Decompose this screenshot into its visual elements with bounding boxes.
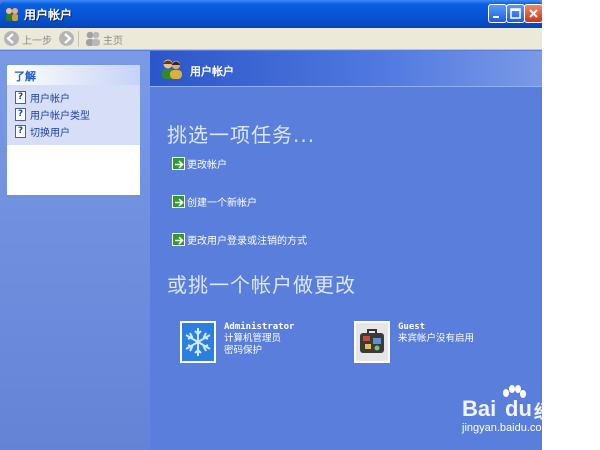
task-heading: 挑选一项任务... xyxy=(167,123,316,147)
account-administrator[interactable]: Administrator 计算机管理员 密码保护 xyxy=(180,321,294,363)
account-status: 来宾帐户没有启用 xyxy=(398,333,475,344)
title-bar[interactable]: 用户帐户 xyxy=(0,0,542,28)
sidebar: 了解 ? 用户帐户 ? 用户帐户类型 ? 切换用户 xyxy=(0,51,150,450)
help-topic-icon: ? xyxy=(15,108,26,121)
back-arrow-icon[interactable] xyxy=(3,30,20,51)
task-label: 创建一个新帐户 xyxy=(187,198,257,209)
sidebar-item-switch-users[interactable]: ? 切换用户 xyxy=(7,123,140,140)
navigation-toolbar: 上一步 主页 xyxy=(0,28,542,50)
green-arrow-icon xyxy=(172,195,185,208)
window-title: 用户帐户 xyxy=(24,8,73,22)
green-arrow-icon xyxy=(172,157,185,170)
user-accounts-window: 用户帐户 上一步 主页 了解 ? 用户帐户 ? 用户帐户类型 ? 切换用户 用户… xyxy=(0,0,542,450)
account-name: Administrator xyxy=(224,322,295,332)
home-users-icon[interactable] xyxy=(84,30,102,51)
snowflake-icon xyxy=(180,321,216,363)
user-accounts-app-icon xyxy=(4,6,20,22)
content-header-title: 用户帐户 xyxy=(190,65,234,78)
watermark-brand: Bai xyxy=(462,396,497,421)
account-name: Guest xyxy=(398,322,426,332)
account-info: Guest 来宾帐户没有启用 xyxy=(398,321,474,363)
page-margin xyxy=(542,0,600,450)
pick-account-heading: 或挑一个帐户做更改 xyxy=(167,273,356,297)
task-change-account[interactable]: 更改帐户 xyxy=(172,156,227,171)
task-label: 更改帐户 xyxy=(187,160,227,171)
watermark-cn: 经验 xyxy=(534,402,570,422)
learn-panel-title: 了解 xyxy=(7,65,140,85)
account-info: Administrator 计算机管理员 密码保护 xyxy=(224,321,294,363)
main-content: 用户帐户 挑选一项任务... 更改帐户 创建一个新帐户 更改用户登录或注销的方式… xyxy=(150,51,542,450)
minimize-button[interactable] xyxy=(488,4,507,23)
suitcase-icon xyxy=(354,321,390,363)
forward-arrow-icon[interactable] xyxy=(58,30,75,51)
back-button-label[interactable]: 上一步 xyxy=(22,32,52,47)
help-topic-icon: ? xyxy=(15,125,26,138)
learn-panel: 了解 ? 用户帐户 ? 用户帐户类型 ? 切换用户 xyxy=(7,65,140,195)
sidebar-item-user-accounts[interactable]: ? 用户帐户 xyxy=(7,89,140,106)
green-arrow-icon xyxy=(172,233,185,246)
sidebar-item-label: 用户帐户类型 xyxy=(30,111,90,122)
toolbar-separator xyxy=(78,31,79,47)
task-create-account[interactable]: 创建一个新帐户 xyxy=(172,194,257,209)
user-accounts-icon xyxy=(160,58,184,84)
sidebar-item-account-types[interactable]: ? 用户帐户类型 xyxy=(7,106,140,123)
sidebar-item-label: 用户帐户 xyxy=(30,94,70,105)
help-topic-icon: ? xyxy=(15,91,26,104)
account-type: 计算机管理员 xyxy=(224,333,282,344)
learn-panel-list: ? 用户帐户 ? 用户帐户类型 ? 切换用户 xyxy=(7,85,140,145)
sidebar-item-label: 切换用户 xyxy=(30,128,70,139)
maximize-button[interactable] xyxy=(506,4,525,23)
learn-panel-spacer xyxy=(7,145,140,195)
watermark-brand-suffix: du xyxy=(505,396,532,421)
task-change-logon[interactable]: 更改用户登录或注销的方式 xyxy=(172,232,307,247)
home-button-label[interactable]: 主页 xyxy=(103,32,123,47)
account-status: 密码保护 xyxy=(224,345,263,356)
content-header: 用户帐户 xyxy=(150,51,542,87)
account-guest[interactable]: Guest 来宾帐户没有启用 xyxy=(354,321,474,363)
close-button[interactable] xyxy=(524,4,542,23)
task-label: 更改用户登录或注销的方式 xyxy=(187,236,307,247)
watermark-url: jingyan.baidu.com xyxy=(462,422,551,434)
